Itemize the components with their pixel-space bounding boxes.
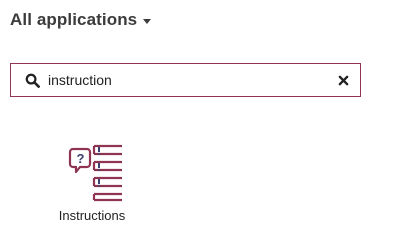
instructions-icon: ? [68, 144, 122, 202]
app-tile-instructions[interactable]: ? Instructions [52, 140, 132, 223]
app-tile-label: Instructions [58, 208, 126, 223]
search-input[interactable] [48, 70, 336, 90]
application-filter-label: All applications [10, 10, 138, 29]
caret-down-icon [143, 18, 152, 24]
search-icon [24, 72, 40, 88]
svg-text:?: ? [77, 151, 85, 166]
search-box [10, 63, 361, 97]
page: All applications ? [0, 0, 400, 250]
application-filter-dropdown[interactable]: All applications [10, 10, 152, 30]
close-icon[interactable] [336, 73, 350, 87]
